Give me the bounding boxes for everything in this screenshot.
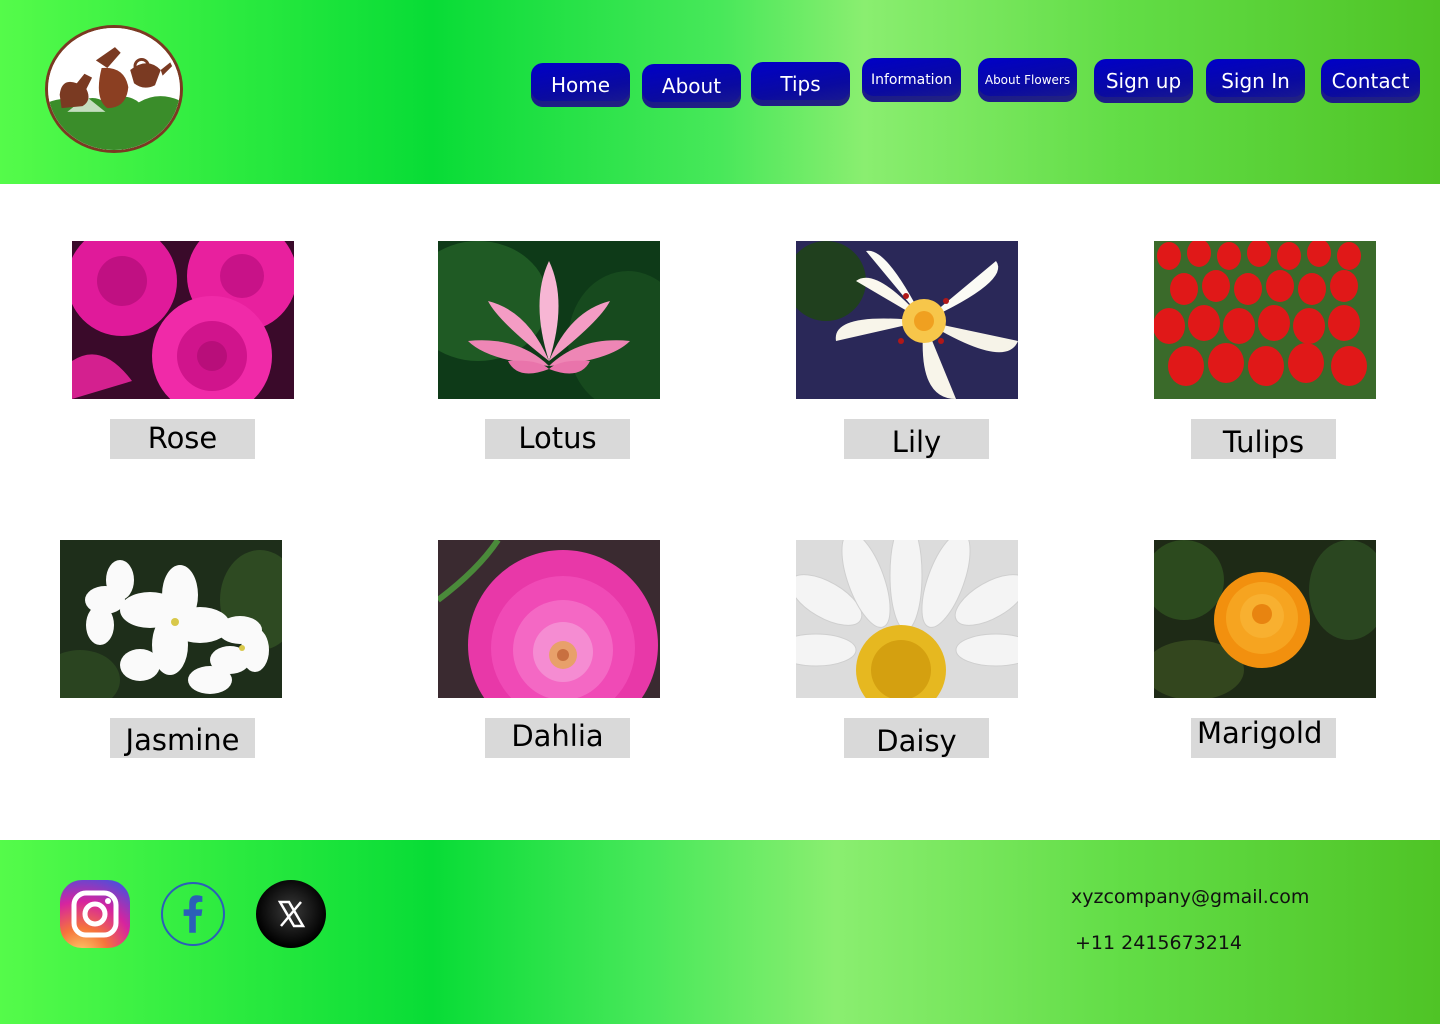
marigold-image[interactable] <box>1154 540 1376 698</box>
jasmine-image[interactable] <box>60 540 282 698</box>
nav-about-button[interactable]: About <box>642 64 741 108</box>
nav-sign-up-button[interactable]: Sign up <box>1094 59 1193 103</box>
flower-label: Jasmine <box>110 718 255 758</box>
facebook-icon[interactable] <box>161 882 225 946</box>
contact-phone: +11 2415673214 <box>1075 932 1243 954</box>
nav-about-flowers-button[interactable]: About Flowers <box>978 58 1077 102</box>
flower-label: Daisy <box>844 718 989 758</box>
rose-image[interactable] <box>72 241 294 399</box>
flower-label: Lily <box>844 419 989 459</box>
site-logo[interactable] <box>45 25 183 153</box>
header: Home About Tips Information About Flower… <box>0 0 1440 184</box>
nav-sign-in-button[interactable]: Sign In <box>1206 59 1305 103</box>
nav-contact-button[interactable]: Contact <box>1321 59 1420 103</box>
lily-image[interactable] <box>796 241 1018 399</box>
dahlia-image[interactable] <box>438 540 660 698</box>
tulips-image[interactable] <box>1154 241 1376 399</box>
nav-tips-button[interactable]: Tips <box>751 62 850 106</box>
contact-email[interactable]: xyzcompany@gmail.com <box>1071 886 1309 908</box>
instagram-icon[interactable] <box>60 880 130 948</box>
daisy-image[interactable] <box>796 540 1018 698</box>
flower-label: Tulips <box>1191 419 1336 459</box>
nav-home-button[interactable]: Home <box>531 63 630 107</box>
flower-label: Rose <box>110 419 255 459</box>
nav-information-button[interactable]: Information <box>862 58 961 102</box>
flower-label: Lotus <box>485 419 630 459</box>
flower-label: Marigold <box>1191 718 1336 758</box>
footer: xyzcompany@gmail.com +11 2415673214 <box>0 840 1440 1024</box>
garden-tools-logo-icon <box>48 28 180 150</box>
lotus-image[interactable] <box>438 241 660 399</box>
x-icon[interactable] <box>256 880 326 948</box>
flower-label: Dahlia <box>485 718 630 758</box>
flower-gallery: Rose Lotus Lily Tulips Jasmine Dahlia Da… <box>0 184 1440 840</box>
